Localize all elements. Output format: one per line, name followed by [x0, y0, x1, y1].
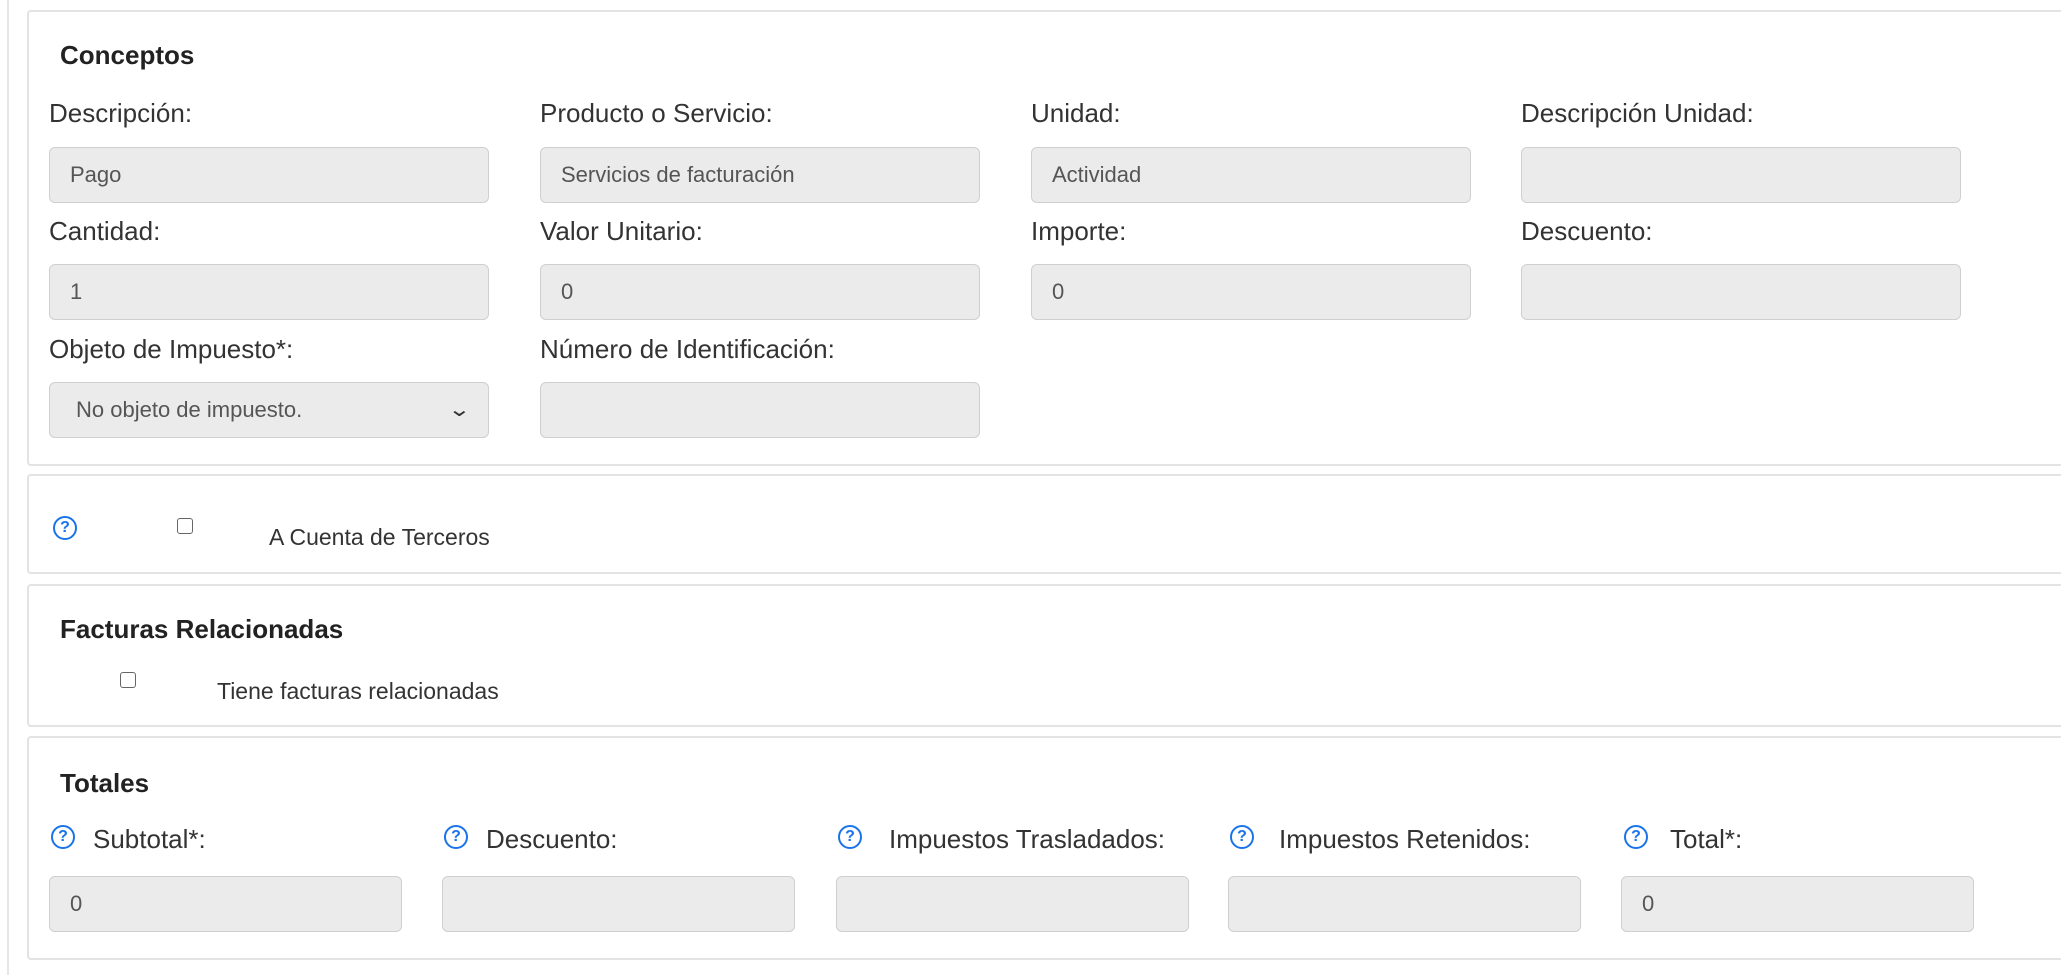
total-label: Total*:: [1670, 824, 1743, 854]
totales-panel: Totales ? Subtotal*: ? Descuento: ? Impu…: [27, 736, 2061, 960]
importe-label: Importe:: [1031, 216, 1127, 246]
valor-unitario-field[interactable]: [540, 264, 980, 320]
terceros-checkbox[interactable]: [177, 518, 193, 534]
help-circle-icon[interactable]: ?: [51, 825, 75, 849]
help-circle-icon[interactable]: ?: [444, 825, 468, 849]
cantidad-label: Cantidad:: [49, 216, 161, 246]
impuestos-retenidos-field[interactable]: [1228, 876, 1581, 932]
valor-unitario-label: Valor Unitario:: [540, 216, 703, 246]
facturas-relacionadas-panel: Facturas Relacionadas Tiene facturas rel…: [27, 584, 2061, 727]
objeto-impuesto-label: Objeto de Impuesto*:: [49, 334, 294, 364]
producto-servicio-field[interactable]: [540, 147, 980, 203]
chevron-down-icon: ⌄: [447, 399, 472, 421]
descripcion-unidad-field[interactable]: [1521, 147, 1961, 203]
help-circle-icon[interactable]: ?: [53, 516, 77, 540]
facturas-relacionadas-checkbox[interactable]: [120, 672, 136, 688]
help-circle-icon[interactable]: ?: [838, 825, 862, 849]
totales-title: Totales: [60, 768, 150, 798]
objeto-impuesto-selected-value: No objeto de impuesto.: [76, 397, 303, 422]
facturas-relacionadas-title: Facturas Relacionadas: [60, 614, 344, 644]
importe-field[interactable]: [1031, 264, 1471, 320]
descuento-label: Descuento:: [1521, 216, 1653, 246]
help-circle-icon[interactable]: ?: [1624, 825, 1648, 849]
totales-descuento-field[interactable]: [442, 876, 795, 932]
producto-label: Producto o Servicio:: [540, 98, 773, 128]
conceptos-panel: Conceptos Descripción: Producto o Servic…: [27, 10, 2061, 466]
cantidad-field[interactable]: [49, 264, 489, 320]
page-left-border: [7, 0, 9, 975]
terceros-panel: ? A Cuenta de Terceros: [27, 474, 2061, 574]
descuento-field[interactable]: [1521, 264, 1961, 320]
objeto-impuesto-select[interactable]: No objeto de impuesto. ⌄: [49, 382, 489, 438]
total-field[interactable]: [1621, 876, 1974, 932]
totales-descuento-label: Descuento:: [486, 824, 618, 854]
subtotal-label: Subtotal*:: [93, 824, 206, 854]
subtotal-field[interactable]: [49, 876, 402, 932]
impuestos-trasladados-label: Impuestos Trasladados:: [889, 824, 1166, 854]
conceptos-title: Conceptos: [60, 40, 195, 70]
impuestos-trasladados-field[interactable]: [836, 876, 1189, 932]
facturas-relacionadas-checkbox-label: Tiene facturas relacionadas: [217, 678, 499, 704]
numero-identificacion-field[interactable]: [540, 382, 980, 438]
impuestos-retenidos-label: Impuestos Retenidos:: [1279, 824, 1531, 854]
descripcion-label: Descripción:: [49, 98, 193, 128]
descripcion-unidad-label: Descripción Unidad:: [1521, 98, 1754, 128]
terceros-checkbox-label: A Cuenta de Terceros: [269, 524, 490, 550]
unidad-label: Unidad:: [1031, 98, 1121, 128]
help-circle-icon[interactable]: ?: [1230, 825, 1254, 849]
numero-identificacion-label: Número de Identificación:: [540, 334, 835, 364]
descripcion-field[interactable]: [49, 147, 489, 203]
unidad-field[interactable]: [1031, 147, 1471, 203]
